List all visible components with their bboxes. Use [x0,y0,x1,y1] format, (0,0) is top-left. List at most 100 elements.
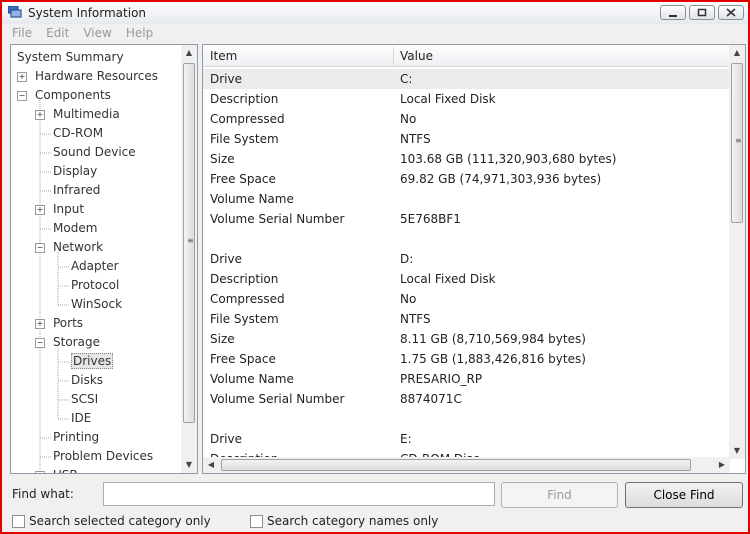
checkbox-box[interactable] [12,514,25,528]
expand-plus-icon[interactable]: + [17,72,27,82]
tree-item-network[interactable]: Network [53,238,103,257]
tree-item-ports[interactable]: Ports [53,314,83,333]
tree-item-label: Drives [71,353,114,369]
tree-item-printing[interactable]: Printing [53,428,99,447]
scroll-left-arrow-icon[interactable]: ◀ [203,457,219,473]
tree-item-label: Storage [53,335,100,349]
collapse-minus-icon[interactable]: − [17,91,27,101]
tree-item-cd-rom[interactable]: CD-ROM [53,124,103,143]
detail-row[interactable]: Free Space 1.75 GB (1,883,426,816 bytes) [203,349,730,369]
detail-row[interactable]: Size 103.68 GB (111,320,903,680 bytes) [203,149,730,169]
tree-item-modem[interactable]: Modem [53,219,97,238]
detail-row[interactable]: Drive E: [203,429,730,449]
detail-value: NTFS [400,312,431,326]
column-header-item[interactable]: Item [210,49,237,63]
tree-item-ide[interactable]: IDE [71,409,91,428]
close-icon [726,8,736,17]
find-button[interactable]: Find [501,482,618,508]
tree-item-sound-device[interactable]: Sound Device [53,143,136,162]
menu-view[interactable]: View [83,24,111,42]
detail-row[interactable]: Free Space 69.82 GB (74,971,303,936 bytes… [203,169,730,189]
detail-row[interactable]: Volume Serial Number 8874071C [203,389,730,409]
scroll-down-arrow-icon[interactable]: ▼ [729,443,745,459]
search-category-names-checkbox[interactable]: Search category names only [250,514,438,528]
detail-row[interactable]: File System NTFS [203,309,730,329]
column-header: Item Value [203,45,730,67]
window-title: System Information [28,6,147,20]
tree-item-protocol[interactable]: Protocol [71,276,119,295]
tree-item-drives[interactable]: Drives [71,352,114,371]
detail-value: Local Fixed Disk [400,272,496,286]
details-horizontal-thumb[interactable] [221,459,691,471]
collapse-minus-icon[interactable]: − [35,243,45,253]
tree-scroll-thumb[interactable]: ≡ [183,63,195,423]
tree-item-display[interactable]: Display [53,162,97,181]
tree-item-infrared[interactable]: Infrared [53,181,100,200]
detail-row[interactable]: Drive D: [203,249,730,269]
detail-row[interactable] [203,229,730,249]
menu-help[interactable]: Help [126,24,153,42]
tree-item-winsock[interactable]: WinSock [71,295,122,314]
detail-row[interactable] [203,409,730,429]
tree-item-storage[interactable]: Storage [53,333,100,352]
close-find-button[interactable]: Close Find [625,482,743,508]
detail-item: Compressed [210,292,285,306]
detail-row[interactable]: Size 8.11 GB (8,710,569,984 bytes) [203,329,730,349]
scroll-up-arrow-icon[interactable]: ▲ [181,45,197,61]
detail-value: 69.82 GB (74,971,303,936 bytes) [400,172,602,186]
tree-vertical-scrollbar[interactable]: ▲ ≡ ▼ [181,45,197,473]
scroll-down-arrow-icon[interactable]: ▼ [181,457,197,473]
expand-plus-icon[interactable]: + [35,110,45,120]
tree-item-usb[interactable]: USB [53,466,78,473]
detail-value: E: [400,432,412,446]
search-selected-category-checkbox[interactable]: Search selected category only [12,514,211,528]
tree-item-hardware-resources[interactable]: Hardware Resources [35,67,158,86]
menu-file[interactable]: File [12,24,32,42]
detail-row[interactable]: Volume Name PRESARIO_RP [203,369,730,389]
detail-value: 8874071C [400,392,462,406]
tree-item-system-summary[interactable]: System Summary [17,48,124,67]
expand-plus-icon[interactable]: + [35,205,45,215]
expand-plus-icon[interactable]: + [35,319,45,329]
collapse-minus-icon[interactable]: − [35,338,45,348]
detail-row[interactable]: Compressed No [203,289,730,309]
scroll-up-arrow-icon[interactable]: ▲ [729,45,745,61]
detail-item: Volume Name [210,372,294,386]
tree-item-label: Components [35,88,111,102]
tree-item-problem-devices[interactable]: Problem Devices [53,447,153,466]
menu-edit[interactable]: Edit [46,24,69,42]
detail-row[interactable]: Compressed No [203,109,730,129]
detail-item: Drive [210,72,242,86]
scroll-right-arrow-icon[interactable]: ▶ [714,457,730,473]
tree-item-scsi[interactable]: SCSI [71,390,98,409]
details-vertical-scrollbar[interactable]: ▲ ≡ ▼ [729,45,745,459]
checkbox-box[interactable] [250,514,263,528]
close-button[interactable] [718,5,744,20]
detail-row[interactable]: Description Local Fixed Disk [203,89,730,109]
tree-item-components[interactable]: Components [35,86,111,105]
tree-item-disks[interactable]: Disks [71,371,103,390]
category-tree[interactable]: ▲ ≡ ▼ System Summary Hardware Resources + C… [10,44,198,474]
expand-plus-icon[interactable]: + [35,471,45,473]
find-what-input[interactable] [103,482,495,506]
tree-item-label: SCSI [71,392,99,406]
detail-row[interactable]: Drive C: [203,69,730,89]
tree-item-multimedia[interactable]: Multimedia [53,105,120,124]
detail-value: D: [400,252,414,266]
detail-row[interactable]: File System NTFS [203,129,730,149]
column-header-value[interactable]: Value [400,49,433,63]
tree-item-input[interactable]: Input [53,200,84,219]
detail-value: 5E768BF1 [400,212,461,226]
tree-item-label: Modem [53,221,98,235]
tree-item-adapter[interactable]: Adapter [71,257,119,276]
column-divider[interactable] [393,47,394,65]
detail-row[interactable]: Volume Serial Number 5E768BF1 [203,209,730,229]
details-horizontal-scrollbar[interactable]: ◀ ▶ [203,457,730,473]
details-scroll-thumb[interactable]: ≡ [731,63,743,223]
restore-button[interactable] [689,5,715,20]
detail-row[interactable]: Volume Name [203,189,730,209]
tree-item-label: Multimedia [53,107,120,121]
detail-value: 8.11 GB (8,710,569,984 bytes) [400,332,586,346]
minimize-button[interactable] [660,5,686,20]
detail-row[interactable]: Description Local Fixed Disk [203,269,730,289]
